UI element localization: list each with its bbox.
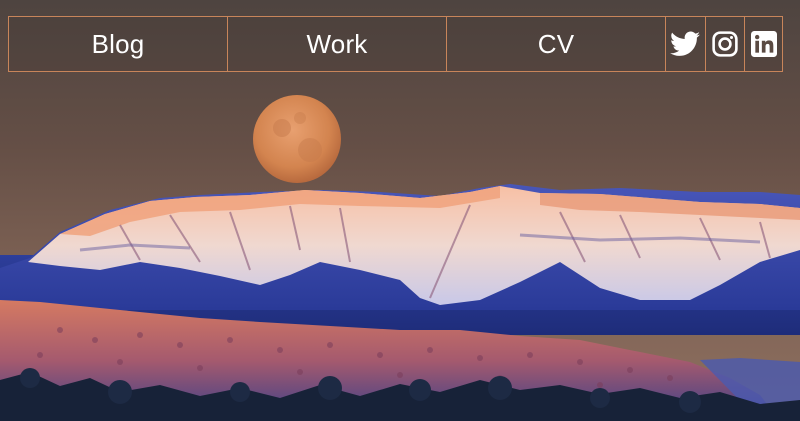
nav-cv-label: CV: [537, 28, 575, 59]
instagram-link[interactable]: [706, 17, 746, 71]
instagram-icon: [712, 31, 738, 57]
nav-work-label: Work: [306, 28, 368, 59]
nav-blog-link[interactable]: Blog: [9, 17, 229, 71]
nav-work-link[interactable]: Work: [228, 17, 448, 71]
linkedin-link[interactable]: [745, 17, 782, 71]
twitter-icon: [670, 31, 701, 56]
top-navigation: Blog Work CV: [8, 16, 783, 72]
linkedin-icon: [750, 31, 777, 57]
nav-blog-label: Blog: [91, 28, 145, 59]
nav-cv-link[interactable]: CV: [447, 17, 667, 71]
twitter-link[interactable]: [666, 17, 706, 71]
